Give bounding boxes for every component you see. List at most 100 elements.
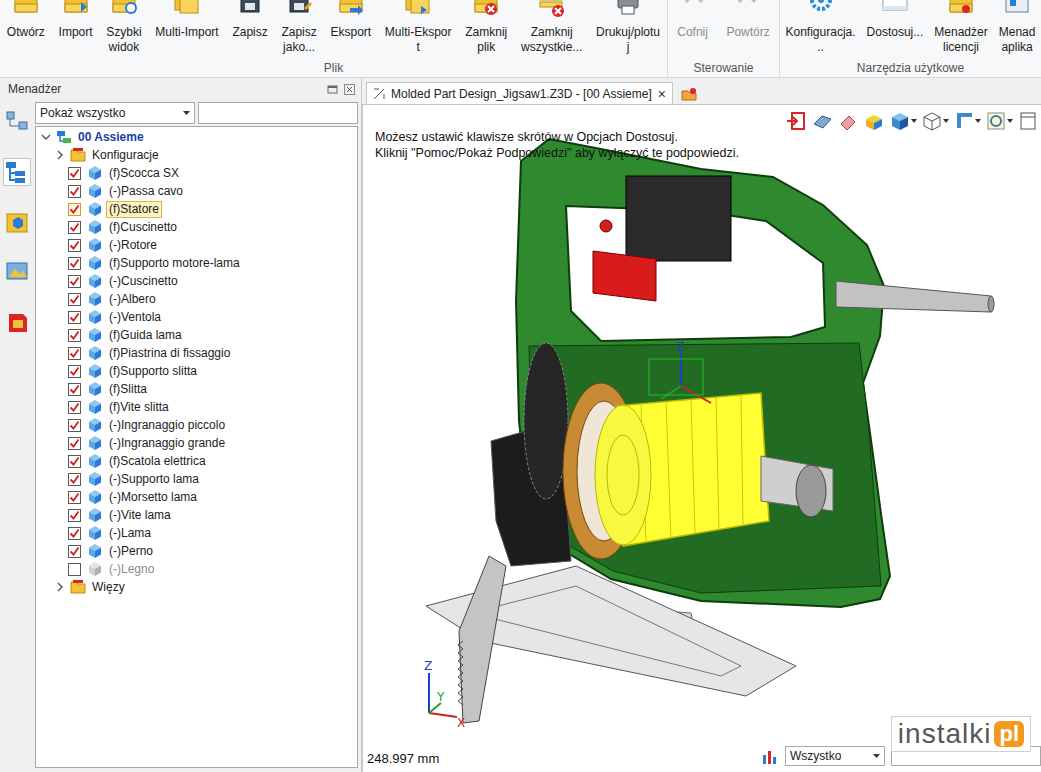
tree-item[interactable]: (f)Piastrina di fissaggio [36, 344, 357, 362]
dropdown-arrow-icon[interactable] [943, 119, 949, 123]
new-tab-button[interactable] [677, 84, 701, 104]
visibility-checkbox[interactable] [68, 203, 81, 216]
view-tool[interactable] [985, 110, 1013, 132]
tree-item[interactable]: 00 Assieme [36, 128, 357, 146]
visibility-checkbox[interactable] [68, 491, 81, 504]
visibility-checkbox[interactable] [68, 185, 81, 198]
visibility-checkbox[interactable] [68, 527, 81, 540]
eraser-icon[interactable] [837, 110, 859, 132]
visibility-checkbox[interactable] [68, 329, 81, 342]
tree-item[interactable]: (-)Cuscinetto [36, 272, 357, 290]
tree-item[interactable]: (f)Supporto motore-lama [36, 254, 357, 272]
visibility-checkbox[interactable] [68, 365, 81, 378]
view-tool[interactable] [785, 110, 807, 132]
expander-icon[interactable] [54, 149, 66, 161]
box-icon[interactable] [863, 110, 885, 132]
ribbon-button[interactable]: Eksport [328, 0, 373, 40]
parts-icon[interactable] [3, 208, 31, 236]
visibility-checkbox[interactable] [68, 167, 81, 180]
view-icon[interactable] [811, 110, 833, 132]
visibility-checkbox[interactable] [68, 293, 81, 306]
ribbon-button[interactable]: Multi-Import [153, 0, 220, 40]
ribbon-button[interactable]: Drukuj/plotu j [594, 0, 662, 55]
wire-cube-icon[interactable] [921, 110, 943, 132]
expander-icon[interactable] [40, 131, 52, 143]
ribbon-button[interactable]: Konfiguracja. .. [784, 0, 858, 55]
dropdown-arrow-icon[interactable] [975, 119, 981, 123]
tree-item[interactable]: (f)Slitta [36, 380, 357, 398]
ribbon-button[interactable]: Zapisz [230, 0, 269, 40]
tree-item[interactable]: (f)Cuscinetto [36, 218, 357, 236]
zoom-icon[interactable] [985, 110, 1007, 132]
expander-icon[interactable] [54, 581, 66, 593]
tree-item[interactable]: (-)Ingranaggio grande [36, 434, 357, 452]
tree-item[interactable]: (-)Ingranaggio piccolo [36, 416, 357, 434]
visibility-checkbox[interactable] [68, 563, 81, 576]
ribbon-button[interactable]: Import [57, 0, 95, 40]
dropdown-arrow-icon[interactable] [911, 119, 917, 123]
shaded-cube-icon[interactable] [889, 110, 911, 132]
visibility-checkbox[interactable] [68, 239, 81, 252]
views-icon[interactable] [3, 258, 31, 286]
visibility-checkbox[interactable] [68, 311, 81, 324]
view-tool[interactable] [953, 110, 981, 132]
restore-icon[interactable] [327, 84, 338, 95]
view-tool[interactable] [811, 110, 833, 132]
tree-item[interactable]: (-)Rotore [36, 236, 357, 254]
visibility-checkbox[interactable] [68, 401, 81, 414]
ribbon-button[interactable]: Menadżer licencji [932, 0, 989, 55]
ribbon-button[interactable]: Zamknij wszystkie... [519, 0, 584, 55]
tree-item[interactable]: (-)Legno [36, 560, 357, 578]
tree-item[interactable]: (-)Vite lama [36, 506, 357, 524]
visibility-checkbox[interactable] [68, 347, 81, 360]
visibility-checkbox[interactable] [68, 455, 81, 468]
tree-item[interactable]: (-)Morsetto lama [36, 488, 357, 506]
visibility-checkbox[interactable] [68, 437, 81, 450]
view-tool[interactable] [889, 110, 917, 132]
view-tool[interactable] [921, 110, 949, 132]
visibility-checkbox[interactable] [68, 221, 81, 234]
tree-item[interactable]: (-)Ventola [36, 308, 357, 326]
hierarchy-icon[interactable] [3, 108, 31, 136]
selection-filter[interactable]: Wszystko [785, 746, 885, 766]
tree-item[interactable]: (f)Guida lama [36, 326, 357, 344]
dropdown-arrow-icon[interactable] [1007, 119, 1013, 123]
window-icon[interactable] [1017, 110, 1039, 132]
ribbon-button[interactable]: Menad aplika [997, 0, 1038, 55]
visibility-checkbox[interactable] [68, 509, 81, 522]
tree-item[interactable]: (f)Vite slitta [36, 398, 357, 416]
tree-item[interactable]: (f)Supporto slitta [36, 362, 357, 380]
ribbon-button[interactable]: Dostosuj... [865, 0, 926, 40]
tree-item[interactable]: (f)Statore [36, 200, 357, 218]
ribbon-button[interactable]: Szybki widok [104, 0, 143, 55]
visibility-checkbox[interactable] [68, 545, 81, 558]
tree-item[interactable]: (-)Albero [36, 290, 357, 308]
ribbon-button[interactable]: Zapisz jako... [279, 0, 318, 55]
close-icon[interactable] [344, 84, 355, 95]
close-tab-button[interactable]: × [658, 86, 666, 102]
visibility-checkbox[interactable] [68, 383, 81, 396]
filter-dropdown[interactable]: Pokaż wszystko [35, 102, 195, 124]
tree-item[interactable]: (-)Supporto lama [36, 470, 357, 488]
view-tool[interactable] [837, 110, 859, 132]
view-tool[interactable] [863, 110, 885, 132]
viewport[interactable]: ZZXYMożesz ustawić klawisze skrótów w Op… [362, 104, 1041, 772]
visibility-checkbox[interactable] [68, 275, 81, 288]
visibility-checkbox[interactable] [68, 473, 81, 486]
tree-item[interactable]: Więzy [36, 578, 357, 596]
tree-item[interactable]: (-)Lama [36, 524, 357, 542]
exit-icon[interactable] [785, 110, 807, 132]
tree-item[interactable]: (-)Passa cavo [36, 182, 357, 200]
ribbon-button[interactable]: Multi-Ekspor t [383, 0, 454, 55]
assembly-tree-icon[interactable] [3, 158, 31, 186]
document-tab[interactable]: Molded Part Design_Jigsaw1.Z3D - [00 Ass… [366, 82, 673, 104]
ribbon-button[interactable]: Zamknij plik [463, 0, 509, 55]
ribbon-button[interactable]: Otwórz [5, 0, 47, 40]
tree-item[interactable]: Konfiguracje [36, 146, 357, 164]
visibility-checkbox[interactable] [68, 419, 81, 432]
history-icon[interactable] [3, 308, 31, 336]
tree-item[interactable]: (f)Scocca SX [36, 164, 357, 182]
search-field[interactable] [198, 102, 358, 124]
tree-item[interactable]: (f)Scatola elettrica [36, 452, 357, 470]
visibility-checkbox[interactable] [68, 257, 81, 270]
